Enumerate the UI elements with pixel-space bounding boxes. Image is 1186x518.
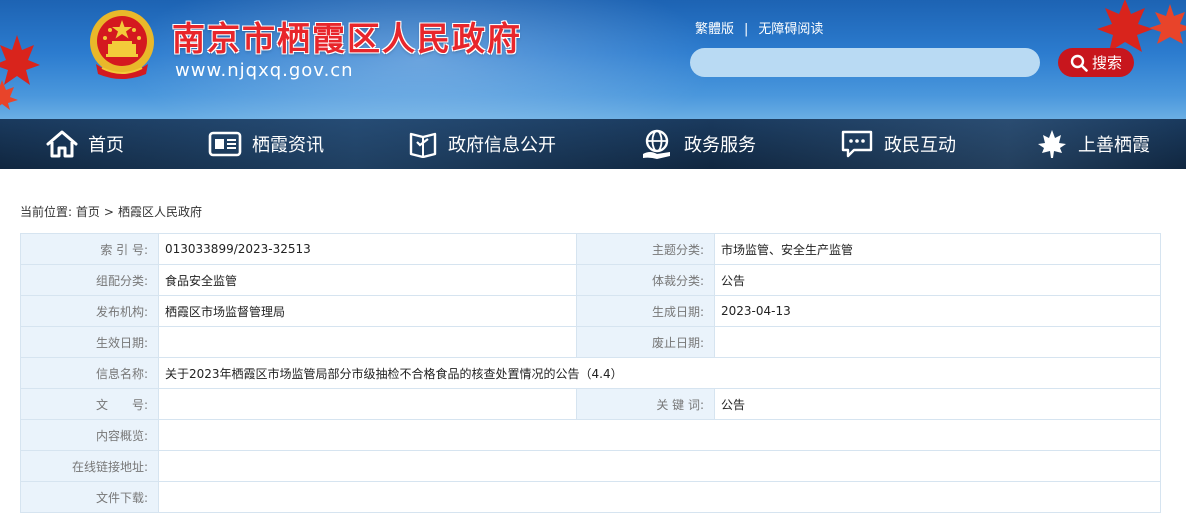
genre-value: 公告 — [714, 264, 1161, 296]
summary-label: 内容概览: — [20, 419, 159, 451]
top-links: 繁體版 | 无障碍阅读 — [695, 18, 823, 37]
national-emblem-icon — [90, 10, 154, 79]
main-nav: 首页 栖霞资讯 政府信息公开 政务服务 政民互动 上善栖霞 — [0, 119, 1186, 169]
online-link-value[interactable] — [158, 450, 1161, 482]
search-icon — [1070, 54, 1088, 72]
site-title: 南京市栖霞区人民政府 — [172, 19, 522, 58]
info-table: 索 引 号: 013033899/2023-32513 主题分类: 市场监管、安… — [20, 233, 1161, 513]
nav-item-home[interactable]: 首页 — [46, 119, 124, 169]
news-icon — [208, 131, 242, 157]
home-icon — [46, 130, 78, 158]
doc-number-value — [158, 388, 577, 420]
nav-background — [0, 119, 1186, 169]
nav-item-gov-info[interactable]: 政府信息公开 — [408, 119, 556, 169]
table-row: 发布机构: 栖霞区市场监督管理局 生成日期: 2023-04-13 — [20, 295, 1161, 327]
breadcrumb-home-link[interactable]: 首页 — [76, 205, 100, 219]
topic-value: 市场监管、安全生产监管 — [714, 233, 1161, 265]
nav-item-interaction[interactable]: 政民互动 — [840, 119, 956, 169]
breadcrumb-current-link[interactable]: 栖霞区人民政府 — [118, 205, 202, 219]
nav-item-label: 政务服务 — [684, 135, 756, 156]
file-download-label: 文件下载: — [20, 481, 159, 513]
nav-item-services[interactable]: 政务服务 — [640, 119, 756, 169]
nav-item-label: 政民互动 — [884, 135, 956, 156]
chat-icon — [841, 130, 873, 158]
file-download-value[interactable] — [158, 481, 1161, 513]
open-book-icon — [409, 132, 437, 158]
created-date-label: 生成日期: — [576, 295, 715, 327]
breadcrumb-prefix: 当前位置: — [20, 205, 73, 219]
nav-item-label: 栖霞资讯 — [252, 135, 324, 156]
effective-date-label: 生效日期: — [20, 326, 159, 358]
created-date-value: 2023-04-13 — [714, 295, 1161, 327]
topic-label: 主题分类: — [576, 233, 715, 265]
table-row: 生效日期: 废止日期: — [20, 326, 1161, 358]
info-name-value: 关于2023年栖霞区市场监管局部分市级抽检不合格食品的核查处置情况的公告（4.4… — [158, 357, 1161, 389]
info-name-label: 信息名称: — [20, 357, 159, 389]
table-row: 在线链接地址: — [20, 450, 1161, 482]
traditional-chinese-link[interactable]: 繁體版 — [695, 22, 734, 37]
nav-item-label: 政府信息公开 — [448, 135, 556, 156]
table-row: 内容概览: — [20, 419, 1161, 451]
expired-date-value — [714, 326, 1161, 358]
table-row: 文 号: 关 键 词: 公告 — [20, 388, 1161, 420]
effective-date-value — [158, 326, 577, 358]
keywords-value: 公告 — [714, 388, 1161, 420]
doc-number-label: 文 号: — [20, 388, 159, 420]
nav-item-news[interactable]: 栖霞资讯 — [208, 119, 324, 169]
site-header: 南京市栖霞区人民政府 www.njqxq.gov.cn 繁體版 | 无障碍阅读 搜索 — [0, 0, 1186, 119]
index-label: 索 引 号: — [20, 233, 159, 265]
nav-item-shangshan[interactable]: 上善栖霞 — [1036, 119, 1150, 169]
table-row: 文件下载: — [20, 481, 1161, 513]
site-url: www.njqxq.gov.cn — [175, 60, 354, 81]
publisher-value: 栖霞区市场监督管理局 — [158, 295, 577, 327]
table-row: 索 引 号: 013033899/2023-32513 主题分类: 市场监管、安… — [20, 233, 1161, 265]
keywords-label: 关 键 词: — [576, 388, 715, 420]
maple-leaf-icon — [1038, 130, 1066, 158]
publisher-label: 发布机构: — [20, 295, 159, 327]
org-class-value: 食品安全监管 — [158, 264, 577, 296]
top-links-separator: | — [744, 22, 749, 37]
search-button-label: 搜索 — [1091, 54, 1122, 72]
org-class-label: 组配分类: — [20, 264, 159, 296]
index-value: 013033899/2023-32513 — [158, 233, 577, 265]
nav-item-label: 首页 — [88, 135, 124, 156]
search-button[interactable]: 搜索 — [1058, 48, 1134, 77]
table-row: 组配分类: 食品安全监管 体裁分类: 公告 — [20, 264, 1161, 296]
summary-value — [158, 419, 1161, 451]
search-input[interactable] — [690, 48, 1040, 77]
table-row: 信息名称: 关于2023年栖霞区市场监管局部分市级抽检不合格食品的核查处置情况的… — [20, 357, 1161, 389]
breadcrumb-separator: > — [103, 205, 114, 219]
expired-date-label: 废止日期: — [576, 326, 715, 358]
online-link-label: 在线链接地址: — [20, 450, 159, 482]
breadcrumb: 当前位置: 首页 > 栖霞区人民政府 — [20, 203, 202, 220]
maple-leaf-decoration-icon — [0, 35, 40, 110]
genre-label: 体裁分类: — [576, 264, 715, 296]
accessibility-link[interactable]: 无障碍阅读 — [758, 22, 823, 37]
globe-hand-icon — [643, 129, 670, 159]
nav-item-label: 上善栖霞 — [1078, 135, 1150, 156]
